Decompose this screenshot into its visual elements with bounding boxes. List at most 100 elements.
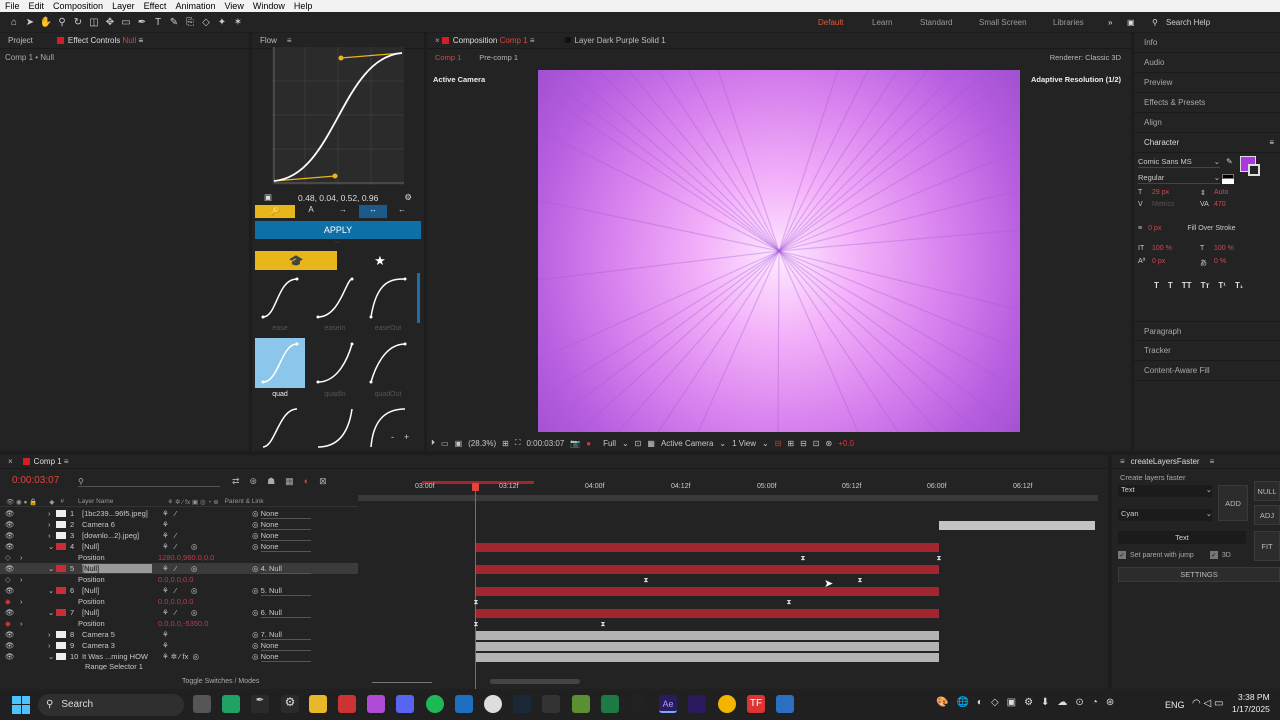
settings-icon[interactable]: ⚙ [281, 695, 299, 713]
preset-cubic[interactable] [255, 403, 305, 453]
panel-menu-icon[interactable]: ≡ [1269, 138, 1274, 147]
arrow-right-icon[interactable]: → [327, 205, 359, 218]
chevron-down-icon[interactable]: ⌄ [719, 439, 726, 448]
property-name[interactable]: Position [78, 553, 158, 562]
horizontal-scale-value[interactable]: 100 % [1214, 245, 1262, 252]
parent-select[interactable]: None [260, 520, 311, 530]
faux-italic-icon[interactable]: T [1168, 281, 1173, 290]
close-icon[interactable]: × [8, 457, 13, 466]
panel-audio[interactable]: Audio [1134, 53, 1280, 73]
workspace-learn[interactable]: Learn [872, 18, 892, 27]
preset-easein[interactable] [310, 273, 360, 323]
fit-icon[interactable]: ⛶ [515, 438, 521, 448]
tab-presets[interactable]: 🎓 [255, 251, 337, 270]
layer-row[interactable]: 👁 › 1 [1bc239...96f5.jpeg] ⚘ ⁄ ◎ None [0, 508, 358, 519]
brush-tool-icon[interactable]: ✎ [166, 14, 182, 30]
apply-button[interactable]: APPLY [255, 221, 421, 239]
layer-name[interactable]: Camera 5 [82, 630, 162, 639]
preset-cubicout[interactable] [363, 403, 413, 453]
property-row[interactable]: ◆ › Position 0.0,0.0,0.0 [0, 596, 358, 607]
github-icon[interactable] [484, 695, 502, 713]
eye-icon[interactable]: 👁 [0, 564, 48, 573]
chevron-down-icon[interactable]: ⌄ [48, 652, 56, 661]
pickwhip-icon[interactable]: ◎ [252, 630, 259, 639]
layer-bar[interactable] [476, 642, 939, 651]
pickwhip-icon[interactable]: ◎ [252, 641, 259, 650]
zoom-in-button[interactable]: + [404, 432, 409, 442]
property-row[interactable]: ◇ › Position 0.0,0.0,0.0 [0, 574, 358, 585]
layer-row[interactable]: 👁 ⌄ 7 [Null] ⚘ ⁄ ◎ ◎ 6. Null [0, 607, 358, 618]
region-icon[interactable]: ⊞ [502, 439, 509, 448]
language-indicator[interactable]: ENG [1165, 700, 1185, 710]
draft-3d-icon[interactable]: ⊛ [250, 476, 258, 487]
time-ruler[interactable]: 03:00f 03:12f 04:00f 04:12f 05:00f 05:12… [358, 481, 1098, 501]
file-explorer-icon[interactable] [309, 695, 327, 713]
keyframe-nav-icon[interactable]: ◇ [0, 575, 20, 584]
switch-icons[interactable]: ⚘ ⁄ ◎ [162, 608, 252, 617]
workspace-libraries[interactable]: Libraries [1053, 18, 1084, 27]
keyframe[interactable]: ⧗ [600, 621, 606, 628]
pickwhip-icon[interactable]: ◎ [252, 586, 259, 595]
panel-align[interactable]: Align [1134, 113, 1280, 133]
white-swatch[interactable] [1222, 179, 1234, 184]
resolution-select[interactable]: Full [603, 439, 616, 448]
property-value[interactable]: 1280.0,960.0,0.0 [158, 553, 214, 562]
preset-cubicin[interactable] [310, 403, 360, 453]
parent-select[interactable]: 6. Null [260, 608, 311, 618]
browser-icon[interactable] [338, 695, 356, 713]
null-button[interactable]: NULL [1254, 481, 1280, 501]
hand-tool-icon[interactable]: ✋ [38, 14, 54, 30]
layer-name[interactable]: [Null] [82, 586, 162, 595]
parent-select[interactable]: 5. Null [260, 586, 311, 596]
tsume-value[interactable]: 0 % [1214, 258, 1262, 268]
breadcrumb-comp[interactable]: Comp 1 [435, 53, 461, 62]
chevron-right-icon[interactable]: › [48, 630, 56, 639]
chevron-right-icon[interactable]: › [20, 597, 28, 606]
obs-icon[interactable] [630, 695, 648, 713]
preset-quadin[interactable] [310, 338, 360, 388]
panel-menu-icon[interactable]: ≡ [287, 36, 292, 45]
layer-name-header[interactable]: Layer Name [78, 498, 113, 505]
chevron-right-icon[interactable]: › [48, 509, 56, 518]
eye-icon[interactable]: 👁 [0, 509, 48, 518]
property-name[interactable]: Range Selector 1 [85, 662, 165, 670]
eraser-tool-icon[interactable]: ◇ [198, 14, 214, 30]
premiere-icon[interactable] [688, 695, 706, 713]
tracking-value[interactable]: 470 [1214, 201, 1262, 208]
menu-file[interactable]: File [5, 1, 20, 11]
layer-name[interactable]: [1bc239...96f5.jpeg] [82, 509, 162, 518]
panel-tracker[interactable]: Tracker [1134, 341, 1280, 361]
parent-select[interactable]: None [260, 542, 311, 552]
property-row[interactable]: Range Selector 1 [0, 662, 358, 670]
switch-icons[interactable]: ⚘ [162, 641, 252, 650]
rectangle-tool-icon[interactable]: ▭ [118, 14, 134, 30]
transparency-icon[interactable]: ▦ [647, 439, 655, 448]
chevron-down-icon[interactable]: ⌄ [48, 608, 56, 617]
layer-type-select[interactable]: Text ⌄ [1118, 485, 1212, 497]
panel-character-header[interactable]: Character ≡ [1134, 133, 1280, 153]
panel-preview[interactable]: Preview [1134, 73, 1280, 93]
menu-view[interactable]: View [224, 1, 243, 11]
baseline-shift-value[interactable]: 0 px [1152, 258, 1200, 268]
label-color[interactable] [56, 653, 66, 660]
vertical-scale-value[interactable]: 100 % [1152, 245, 1200, 252]
extension-icon[interactable] [776, 695, 794, 713]
parent-select[interactable]: 7. Null [260, 630, 311, 640]
label-color[interactable] [56, 642, 66, 649]
selection-tool-icon[interactable]: ➤ [22, 14, 38, 30]
exposure-value[interactable]: +0.0 [838, 439, 854, 448]
layer-name[interactable]: Camera 6 [82, 520, 162, 529]
layer-name[interactable]: [Null] [82, 608, 162, 617]
keyframe[interactable]: ⧗ [786, 599, 792, 606]
eye-icon[interactable]: 👁 [0, 652, 48, 661]
camera-icon[interactable]: 📷 [570, 439, 580, 448]
menu-layer[interactable]: Layer [112, 1, 135, 11]
preset-scrollbar[interactable] [417, 273, 420, 323]
puppet-tool-icon[interactable]: ✶ [230, 14, 246, 30]
leading-value[interactable]: Auto [1214, 189, 1262, 197]
preset-quadout[interactable] [363, 338, 413, 388]
bezier-values[interactable]: 0.48, 0.04, 0.52, 0.96 [298, 193, 378, 203]
property-row[interactable]: ◆ › Position 0.0,0.0,-5350.0 [0, 618, 358, 629]
eye-icon[interactable]: 👁 [0, 520, 48, 529]
exposure-icon[interactable]: ⊛ [826, 439, 833, 448]
